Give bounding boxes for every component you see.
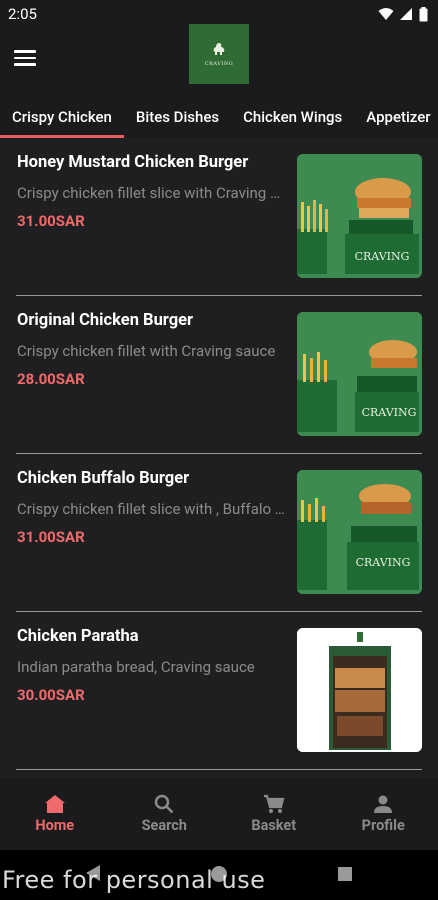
- menu-item-description: Indian paratha bread, Craving sauce: [17, 658, 255, 676]
- signal-icon: [400, 8, 412, 20]
- nav-home[interactable]: Home: [0, 778, 110, 850]
- burger-image: CRAVING: [297, 312, 422, 436]
- menu-item-image: CRAVING: [297, 154, 422, 278]
- nav-search-label: Search: [141, 817, 187, 834]
- svg-text:CRAVING: CRAVING: [355, 250, 410, 263]
- menu-item-text: Original Chicken Burger Crispy chicken f…: [17, 311, 285, 388]
- menu-item-description: Crispy chicken fillet slice with , Buffa…: [17, 500, 285, 518]
- menu-item-image: CRAVING: [297, 470, 422, 594]
- search-icon: [155, 794, 174, 814]
- menu-icon-line: [14, 56, 36, 60]
- rooster-logo-icon: [213, 43, 225, 55]
- status-time: 2:05: [8, 5, 37, 23]
- app-bar: CRAVING: [0, 24, 438, 96]
- menu-icon-line: [14, 63, 36, 66]
- menu-list: Honey Mustard Chicken Burger Crispy chic…: [0, 138, 438, 770]
- menu-item-text: Honey Mustard Chicken Burger Crispy chic…: [17, 153, 285, 230]
- battery-icon: [419, 6, 428, 21]
- tab-crispy-chicken[interactable]: Crispy Chicken: [0, 96, 124, 138]
- menu-item-text: Chicken Buffalo Burger Crispy chicken fi…: [17, 469, 285, 546]
- nav-profile[interactable]: Profile: [329, 778, 438, 850]
- menu-item-description: Crispy chicken fillet with Craving sauce: [17, 342, 276, 360]
- menu-item-title: Chicken Buffalo Burger: [17, 469, 190, 488]
- category-tabs: Crispy Chicken Bites Dishes Chicken Wing…: [0, 96, 438, 138]
- menu-item-price: 31.00SAR: [17, 528, 85, 546]
- menu-item-image: CRAVING: [297, 312, 422, 436]
- menu-button[interactable]: [14, 46, 38, 70]
- menu-icon-line: [14, 50, 36, 53]
- menu-item[interactable]: Chicken Paratha Indian paratha bread, Cr…: [16, 612, 422, 770]
- nav-basket-label: Basket: [251, 817, 297, 834]
- menu-item-image: [297, 628, 422, 752]
- nav-home-label: Home: [35, 817, 75, 834]
- svg-text:CRAVING: CRAVING: [356, 556, 411, 569]
- wifi-icon: [378, 8, 394, 20]
- paratha-poster-image: [297, 628, 422, 752]
- home-icon: [44, 795, 65, 813]
- cart-icon: [263, 794, 285, 813]
- person-icon: [374, 795, 393, 813]
- nav-basket[interactable]: Basket: [219, 778, 329, 850]
- tab-chicken-wings[interactable]: Chicken Wings: [231, 96, 354, 138]
- menu-item-title: Chicken Paratha: [17, 627, 139, 646]
- nav-profile-label: Profile: [361, 817, 405, 834]
- burger-image: CRAVING: [297, 154, 422, 278]
- menu-item[interactable]: Chicken Buffalo Burger Crispy chicken fi…: [16, 454, 422, 612]
- recents-icon[interactable]: [337, 866, 353, 882]
- burger-image: CRAVING: [297, 470, 422, 594]
- tab-appetizer[interactable]: Appetizer: [354, 96, 438, 138]
- menu-item-price: 30.00SAR: [17, 686, 85, 704]
- menu-item-text: Chicken Paratha Indian paratha bread, Cr…: [17, 627, 285, 704]
- status-icons: [378, 6, 428, 22]
- menu-item-price: 31.00SAR: [17, 212, 85, 230]
- bottom-navigation: Home Search Basket Profile: [0, 778, 438, 850]
- menu-item[interactable]: Honey Mustard Chicken Burger Crispy chic…: [16, 138, 422, 296]
- menu-item-title: Honey Mustard Chicken Burger: [17, 153, 249, 172]
- brand-logo: CRAVING: [189, 24, 249, 84]
- menu-item[interactable]: Original Chicken Burger Crispy chicken f…: [16, 296, 422, 454]
- tab-bites-dishes[interactable]: Bites Dishes: [124, 96, 231, 138]
- menu-item-price: 28.00SAR: [17, 370, 85, 388]
- nav-search[interactable]: Search: [110, 778, 220, 850]
- logo-text: CRAVING: [204, 61, 234, 67]
- watermark-text: Free for personal use: [2, 866, 266, 894]
- svg-text:CRAVING: CRAVING: [362, 406, 417, 419]
- menu-item-title: Original Chicken Burger: [17, 311, 194, 330]
- menu-item-description: Crispy chicken fillet slice with Craving…: [17, 184, 285, 202]
